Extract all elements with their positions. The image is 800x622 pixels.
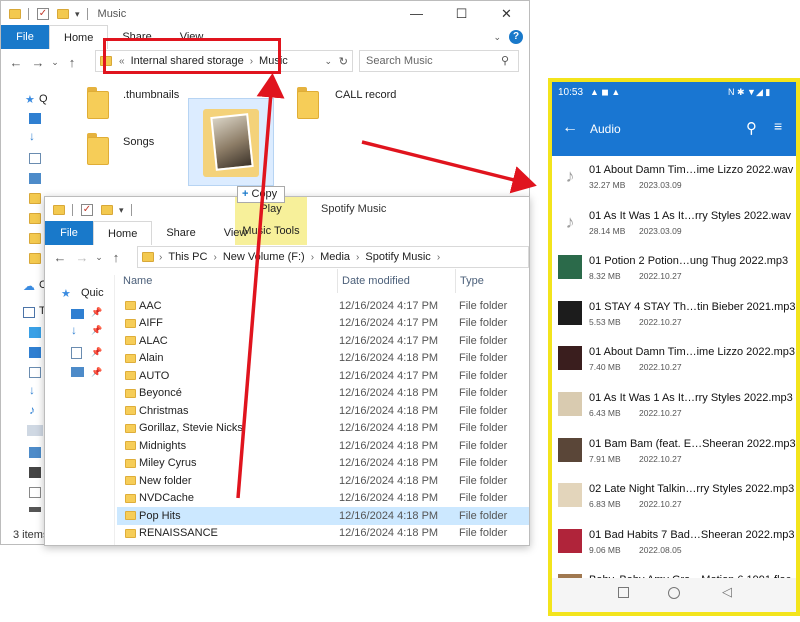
annotation-arrows: [236, 73, 537, 499]
arrow-to-phone: [361, 140, 537, 194]
arrow-to-address-bar: [236, 73, 285, 499]
